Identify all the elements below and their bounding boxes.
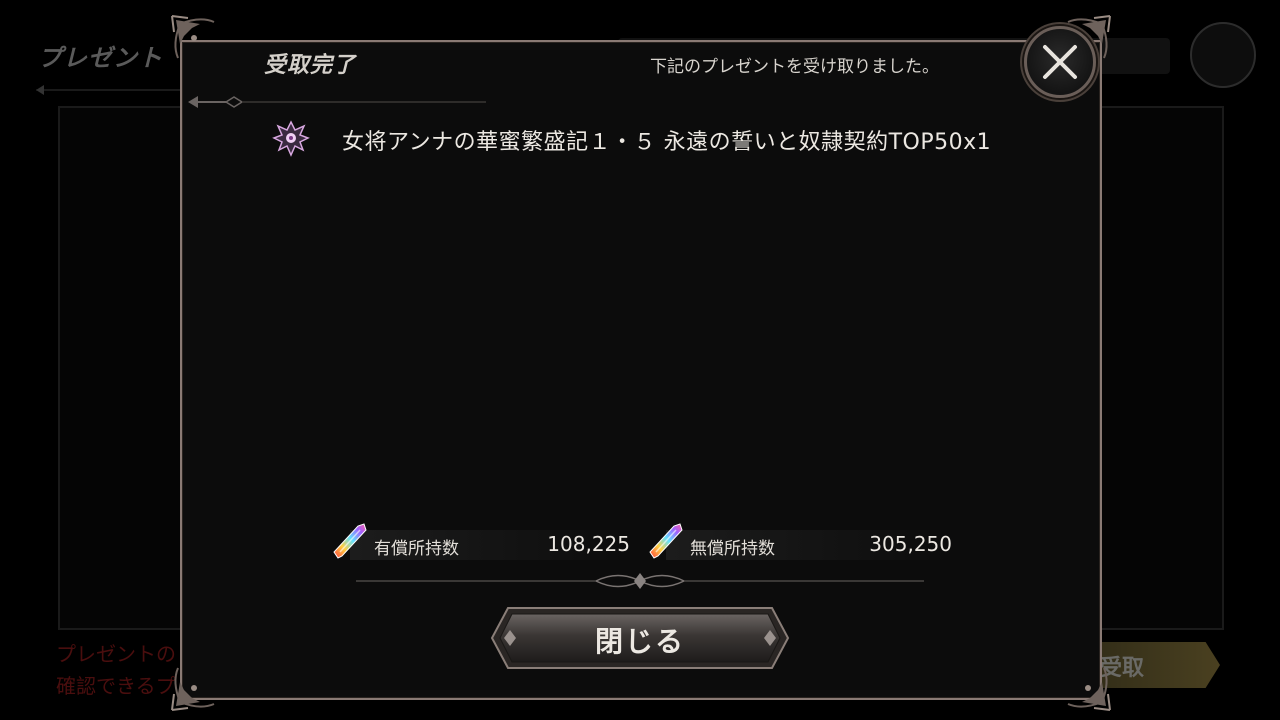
crystal-gem-icon (649, 523, 683, 559)
background-title-rule (36, 85, 186, 95)
free-currency-label: 無償所持数 (690, 539, 775, 559)
close-button-label: 閉じる (594, 625, 685, 658)
bottom-divider (356, 573, 924, 589)
dialog-subtitle: 下記のプレゼントを受け取りました。 (650, 57, 939, 77)
paid-currency-value: 108,225 (547, 532, 630, 556)
free-currency-value: 305,250 (869, 532, 952, 556)
corner-ornament-icon (171, 15, 215, 59)
close-button[interactable]: 閉じる (490, 606, 790, 670)
title-divider (188, 96, 486, 108)
background-note-line1: プレゼントの (56, 642, 176, 666)
background-note-line2: 確認できるプ (56, 674, 176, 698)
paid-currency-display: 有償所持数 108,225 (330, 522, 630, 562)
received-item-label: 女将アンナの華蜜繁盛記１・５ 永遠の誓いと奴隷契約TOP50x1 (342, 130, 992, 155)
corner-ornament-icon (1067, 667, 1111, 711)
paid-currency-label: 有償所持数 (374, 539, 459, 559)
background-screen-title: プレゼント (38, 44, 163, 72)
dialog-title: 受取完了 (264, 53, 357, 78)
free-currency-display: 無償所持数 305,250 (646, 522, 952, 562)
close-x-icon (1043, 45, 1077, 79)
corner-ornament-icon (171, 667, 215, 711)
background-close-button (1190, 22, 1256, 88)
crystal-gem-icon (333, 523, 367, 559)
crest-icon (272, 120, 310, 157)
dialog-close-button[interactable] (1024, 26, 1096, 98)
